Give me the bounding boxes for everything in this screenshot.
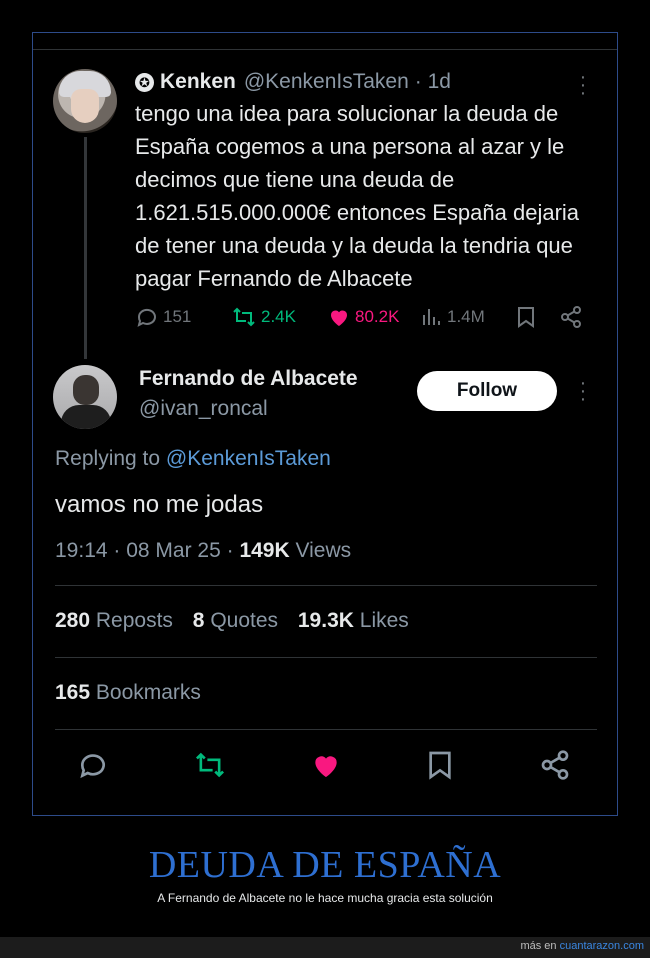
views-count: 149K	[239, 539, 290, 562]
footer-prefix: más en	[520, 940, 557, 952]
quoted-tweet-time[interactable]: · 1d	[415, 70, 451, 94]
repost-icon	[233, 307, 255, 327]
bookmark-action[interactable]	[515, 303, 541, 331]
bookmark-icon[interactable]	[425, 749, 455, 786]
analytics-icon	[423, 309, 440, 325]
repost-icon[interactable]	[193, 749, 227, 786]
badge-icon: ✪	[135, 72, 154, 92]
author-name[interactable]: Fernando de Albacete	[139, 367, 358, 391]
quoted-tweet-actions: 151 2.4K 80.2K 1.4M	[135, 303, 595, 331]
likes-stat[interactable]: 19.3K Likes	[298, 609, 409, 632]
views-label: Views	[295, 539, 352, 562]
bookmark-icon	[518, 307, 534, 328]
heart-icon	[331, 310, 347, 326]
kenken-avatar[interactable]	[53, 69, 117, 133]
views-action[interactable]: 1.4M	[421, 303, 485, 331]
heart-icon[interactable]	[309, 749, 343, 786]
replying-to: Replying to @KenkenIsTaken	[55, 447, 331, 471]
more-options-icon[interactable]: · · ·	[579, 373, 587, 409]
tweet-screenshot-frame: ✪ Kenken @KenkenIsTaken · 1d · · · tengo u…	[32, 32, 618, 816]
like-action[interactable]: 80.2K	[327, 303, 399, 331]
thread-line	[84, 137, 87, 359]
tweet-action-bar	[55, 749, 597, 789]
reply-count: 151	[163, 307, 192, 326]
reposts-stat[interactable]: 280 Reposts	[55, 609, 173, 632]
top-divider	[33, 49, 617, 50]
like-count: 80.2K	[355, 307, 400, 326]
author-handle[interactable]: @ivan_roncal	[139, 397, 268, 421]
share-action[interactable]	[559, 303, 587, 331]
post-title: DEUDA DE ESPAÑA	[148, 844, 502, 886]
footer-site-link[interactable]: cuantarazon.com	[560, 940, 644, 952]
follow-button[interactable]: Follow	[417, 371, 557, 411]
replying-prefix: Replying to	[55, 447, 161, 470]
bookmarks-stat[interactable]: 165 Bookmarks	[55, 681, 201, 705]
divider	[55, 729, 597, 730]
engagement-stats: 280 Reposts 8 Quotes 19.3K Likes	[55, 609, 409, 633]
share-icon	[561, 306, 581, 328]
quoted-author-name[interactable]: Kenken	[160, 70, 236, 94]
reply-icon[interactable]	[77, 749, 109, 786]
replying-to-link[interactable]: @KenkenIsTaken	[166, 447, 331, 470]
divider	[55, 657, 597, 658]
repost-action[interactable]: 2.4K	[231, 303, 296, 331]
fernando-avatar[interactable]	[53, 365, 117, 429]
post-subtitle: A Fernando de Albacete no le hace mucha …	[157, 891, 493, 905]
reply-action[interactable]: 151	[135, 303, 191, 331]
quotes-stat[interactable]: 8 Quotes	[193, 609, 278, 632]
quoted-author-handle[interactable]: @KenkenIsTaken	[244, 70, 409, 94]
quoted-tweet-text: tengo una idea para solucionar la deuda …	[135, 101, 580, 291]
tweet-timestamp[interactable]: 19:14 · 08 Mar 25 ·	[55, 539, 234, 562]
repost-count: 2.4K	[261, 307, 296, 326]
more-options-icon[interactable]: · · ·	[579, 67, 587, 103]
reply-icon	[137, 308, 156, 327]
share-icon[interactable]	[539, 749, 571, 786]
views-count: 1.4M	[447, 307, 485, 326]
tweet-text: vamos no me jodas	[55, 491, 264, 518]
footer: más en cuantarazon.com	[520, 940, 644, 952]
quoted-tweet-header: ✪ Kenken @KenkenIsTaken · 1d	[135, 67, 451, 97]
divider	[55, 585, 597, 586]
tweet-meta: 19:14 · 08 Mar 25 · 149K Views	[55, 539, 351, 563]
